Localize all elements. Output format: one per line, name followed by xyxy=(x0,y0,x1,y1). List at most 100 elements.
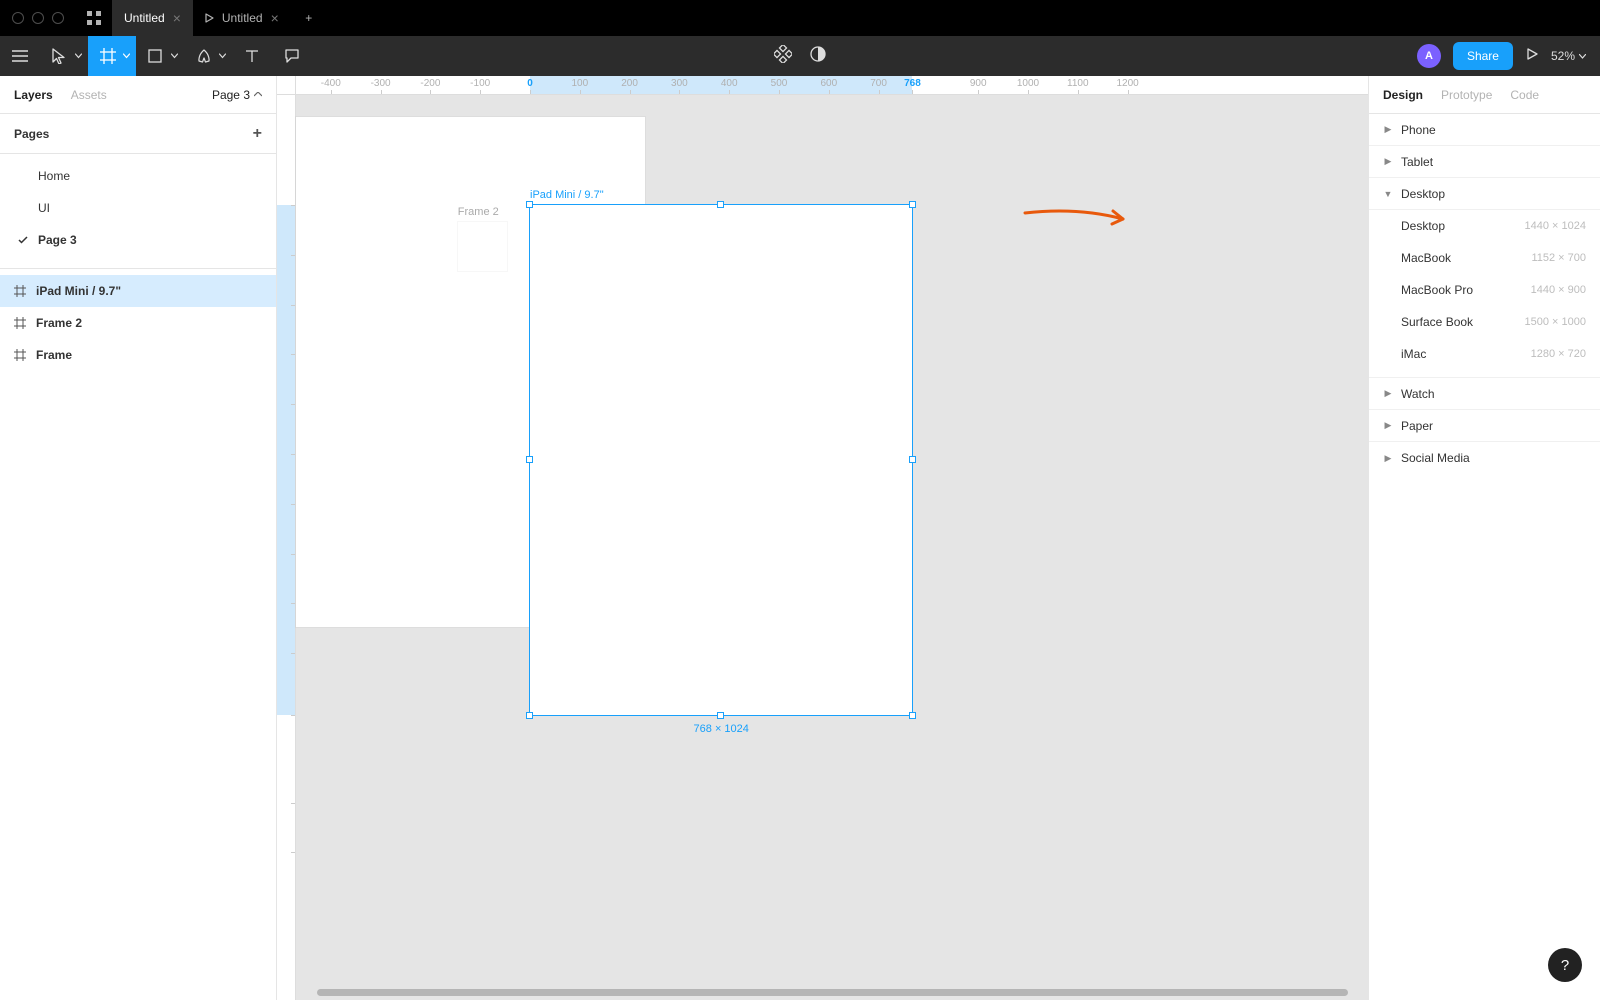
frame-icon xyxy=(14,317,26,329)
close-window-icon[interactable] xyxy=(12,12,24,24)
present-icon[interactable] xyxy=(1525,47,1539,66)
preset-dimensions: 1440 × 1024 xyxy=(1525,220,1586,232)
document-tab[interactable]: Untitled × xyxy=(112,0,193,36)
zoom-window-icon[interactable] xyxy=(52,12,64,24)
frame-preset-category[interactable]: ▶Paper xyxy=(1369,410,1600,442)
layer-item[interactable]: Frame 2 xyxy=(0,307,276,339)
ruler-tick: 0 xyxy=(277,197,279,203)
ruler-tick: 1200 xyxy=(277,769,279,791)
frame-preset-category[interactable]: ▶Tablet xyxy=(1369,146,1600,178)
triangle-right-icon: ▶ xyxy=(1383,388,1393,399)
layer-item[interactable]: iPad Mini / 9.7" xyxy=(0,275,276,307)
move-tool[interactable] xyxy=(40,36,88,76)
canvas-frame-label[interactable]: iPad Mini / 9.7" xyxy=(530,189,604,201)
frame-preset-category[interactable]: ▶Watch xyxy=(1369,378,1600,410)
canvas-frame[interactable]: Frame 2 xyxy=(458,222,507,271)
resize-handle[interactable] xyxy=(526,712,533,719)
play-icon xyxy=(205,13,214,23)
close-tab-icon[interactable]: × xyxy=(271,11,279,25)
canvas-area[interactable]: -400-300-200-100010020030040050060070076… xyxy=(277,76,1368,1000)
left-panel-tabs: Layers Assets Page 3 xyxy=(0,76,276,114)
help-button[interactable]: ? xyxy=(1548,948,1582,982)
ruler-tick: 1200 xyxy=(1116,78,1138,89)
mask-icon[interactable] xyxy=(810,46,826,67)
page-item-label: Page 3 xyxy=(38,233,77,247)
page-item-label: Home xyxy=(38,169,70,183)
avatar[interactable]: A xyxy=(1417,44,1441,68)
page-item[interactable]: UI xyxy=(0,192,276,224)
triangle-right-icon: ▶ xyxy=(1383,453,1393,464)
frame-tool[interactable] xyxy=(88,36,136,76)
left-panel: Layers Assets Page 3 Pages + Home UI Page … xyxy=(0,76,277,1000)
ruler-tick: 600 xyxy=(277,479,279,496)
tab-code[interactable]: Code xyxy=(1510,88,1539,102)
comment-tool[interactable] xyxy=(272,36,312,76)
frame-icon xyxy=(14,349,26,361)
ruler-tick: 500 xyxy=(771,78,788,89)
tab-layers[interactable]: Layers xyxy=(14,88,53,102)
resize-handle[interactable] xyxy=(717,712,724,719)
shape-tool[interactable] xyxy=(136,36,184,76)
new-tab-button[interactable]: + xyxy=(291,0,327,36)
resize-handle[interactable] xyxy=(909,712,916,719)
tab-design[interactable]: Design xyxy=(1383,88,1423,102)
hamburger-menu-icon[interactable] xyxy=(0,36,40,76)
category-label: Tablet xyxy=(1401,155,1433,169)
frame-preset-item[interactable]: MacBook1152 × 700 xyxy=(1369,242,1600,274)
resize-handle[interactable] xyxy=(909,201,916,208)
zoom-control[interactable]: 52% xyxy=(1551,49,1586,63)
category-label: Phone xyxy=(1401,123,1436,137)
frame-preset-category[interactable]: ▶Phone xyxy=(1369,114,1600,146)
page-item[interactable]: Home xyxy=(0,160,276,192)
check-icon xyxy=(18,233,28,247)
preset-dimensions: 1280 × 720 xyxy=(1531,348,1586,360)
document-tab-title: Untitled xyxy=(124,11,165,25)
canvas-frame-label[interactable]: Frame 2 xyxy=(458,206,499,218)
frame-preset-item[interactable]: Surface Book1500 × 1000 xyxy=(1369,306,1600,338)
pages-header: Pages + xyxy=(0,114,276,154)
canvas-frame[interactable]: iPad Mini / 9.7"768 × 1024 xyxy=(530,205,912,715)
preset-name: MacBook Pro xyxy=(1401,283,1473,297)
chevron-up-icon xyxy=(254,92,262,97)
tab-assets[interactable]: Assets xyxy=(71,88,107,102)
frame-preset-item[interactable]: Desktop 1440 × 1024 xyxy=(1369,210,1600,242)
page-selector[interactable]: Page 3 xyxy=(212,88,262,102)
close-tab-icon[interactable]: × xyxy=(173,11,181,25)
window-titlebar: Untitled×Untitled× + xyxy=(0,0,1600,36)
frame-preset-category[interactable]: ▶ Social Media xyxy=(1369,442,1600,474)
share-button[interactable]: Share xyxy=(1453,42,1513,70)
minimize-window-icon[interactable] xyxy=(32,12,44,24)
text-tool[interactable] xyxy=(232,36,272,76)
frame-preset-category[interactable]: ▼Desktop xyxy=(1369,178,1600,210)
ruler-tick: 900 xyxy=(277,628,279,645)
preset-name: Desktop xyxy=(1401,219,1445,233)
horizontal-ruler: -400-300-200-100010020030040050060070076… xyxy=(296,76,1368,95)
preset-name: iMac xyxy=(1401,347,1426,361)
frame-preset-item[interactable]: MacBook Pro 1440 × 900 xyxy=(1369,274,1600,306)
document-tab[interactable]: Untitled× xyxy=(193,0,291,36)
frame-preset-item[interactable]: iMac 1280 × 720 xyxy=(1369,338,1600,370)
canvas[interactable]: Frame 2 iPad Mini / 9.7"768 × 1024 xyxy=(296,95,1368,1000)
resize-handle[interactable] xyxy=(526,456,533,463)
main-toolbar: A Share 52% xyxy=(0,36,1600,76)
components-icon[interactable] xyxy=(774,45,792,68)
category-label: Social Media xyxy=(1401,451,1470,465)
resize-handle[interactable] xyxy=(526,201,533,208)
resize-handle[interactable] xyxy=(909,456,916,463)
layer-item[interactable]: Frame xyxy=(0,339,276,371)
horizontal-scrollbar[interactable] xyxy=(317,989,1348,996)
preset-name: Surface Book xyxy=(1401,315,1473,329)
pen-tool[interactable] xyxy=(184,36,232,76)
ruler-tick: 800 xyxy=(277,578,279,595)
chevron-down-icon xyxy=(75,54,82,59)
page-item[interactable]: Page 3 xyxy=(0,224,276,256)
tab-prototype[interactable]: Prototype xyxy=(1441,88,1492,102)
resize-handle[interactable] xyxy=(717,201,724,208)
add-page-button[interactable]: + xyxy=(253,125,262,143)
ruler-tick: 768 xyxy=(904,78,921,89)
preset-dimensions: 1440 × 900 xyxy=(1531,284,1586,296)
app-switcher-icon[interactable] xyxy=(76,0,112,36)
layer-item-label: Frame 2 xyxy=(36,316,82,330)
ruler-tick: -300 xyxy=(371,78,391,89)
ruler-tick: -200 xyxy=(420,78,440,89)
